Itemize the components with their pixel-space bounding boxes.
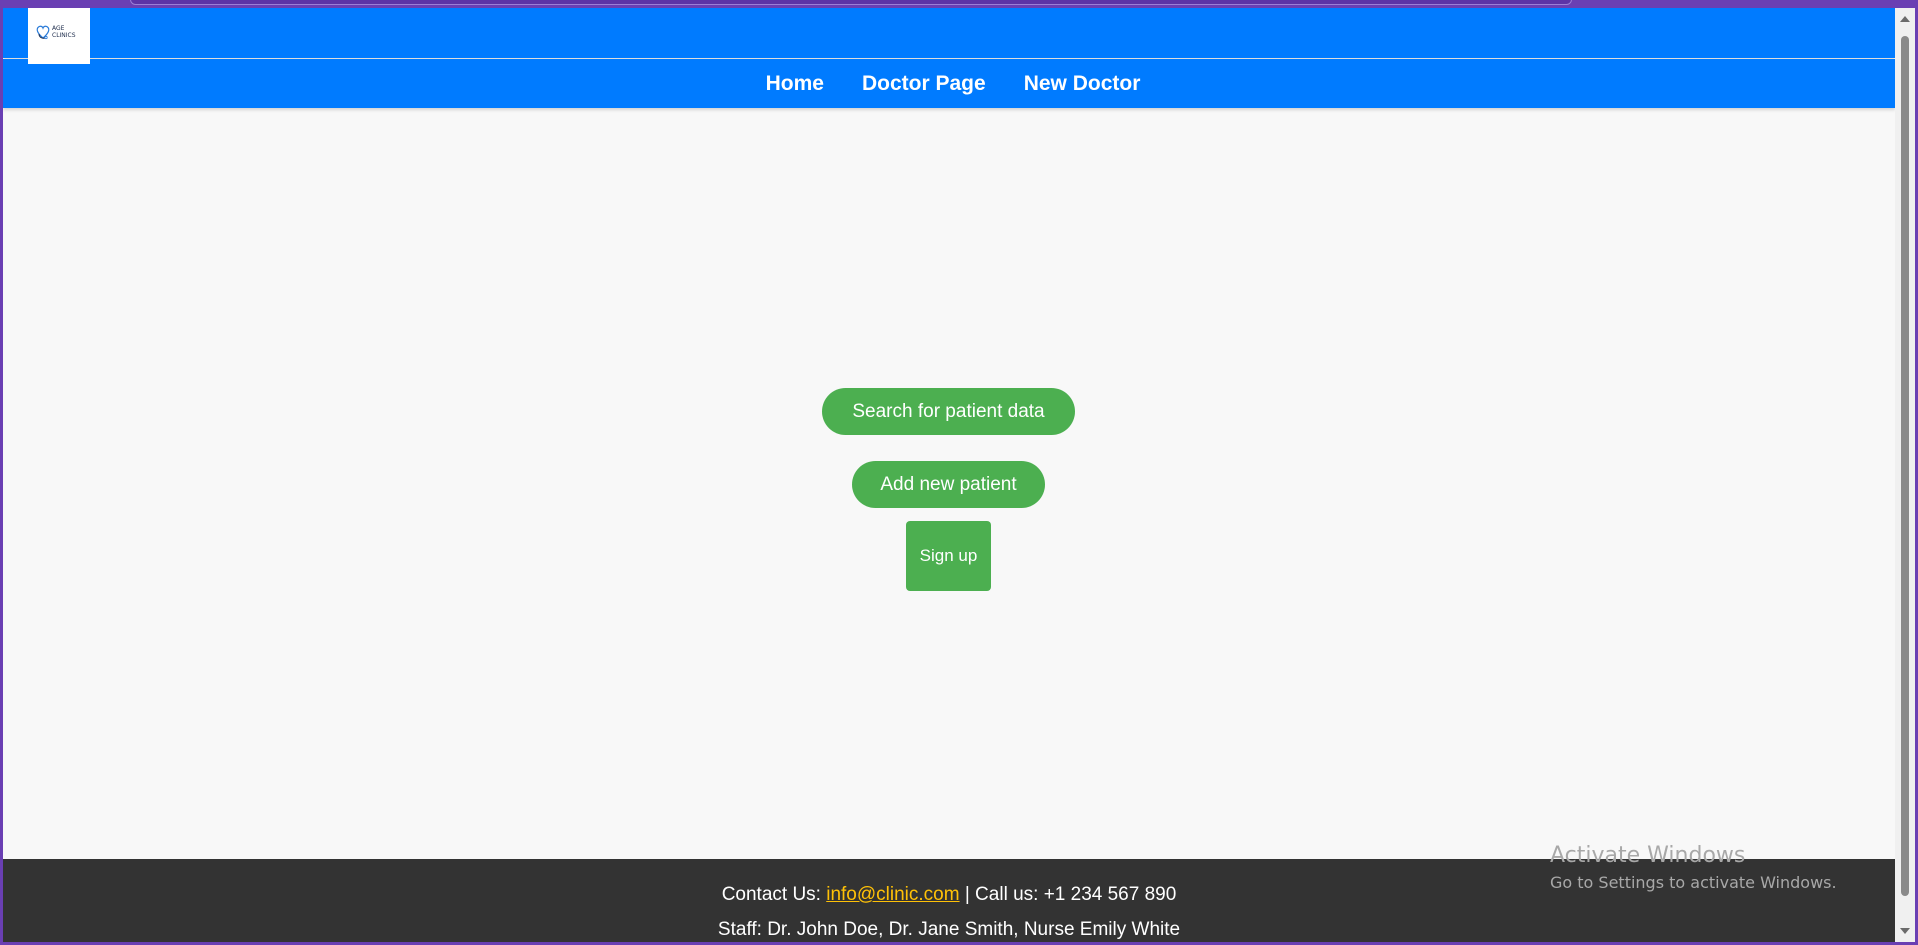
logo-text-line1: AGE <box>52 25 65 32</box>
logo-text: AGE CLINICS <box>52 25 76 39</box>
nav-links: Home Doctor Page New Doctor <box>3 59 1895 108</box>
nav-link-new-doctor[interactable]: New Doctor <box>1024 72 1141 96</box>
heart-stethoscope-icon <box>36 25 50 40</box>
browser-top-strip <box>0 0 1918 8</box>
navigation-bar: Home Doctor Page New Doctor <box>3 59 1895 108</box>
scroll-thumb[interactable] <box>1901 36 1909 896</box>
nav-link-doctor-page[interactable]: Doctor Page <box>862 72 986 96</box>
page-viewport: AGE CLINICS Home Doctor Page New Doctor … <box>3 8 1895 942</box>
scroll-down-arrow-icon[interactable] <box>1900 928 1910 934</box>
footer-staff-line: Staff: Dr. John Doe, Dr. Jane Smith, Nur… <box>717 919 1181 940</box>
contact-label: Contact Us: <box>721 884 821 905</box>
email-link[interactable]: info@clinic.com <box>826 884 959 905</box>
vertical-scrollbar[interactable] <box>1895 8 1915 942</box>
clinic-logo[interactable]: AGE CLINICS <box>28 8 90 64</box>
footer: Contact Us: info@clinic.com | Call us: +… <box>3 859 1895 942</box>
scroll-up-arrow-icon[interactable] <box>1900 16 1910 22</box>
header-bar <box>3 8 1895 58</box>
search-patient-button[interactable]: Search for patient data <box>822 388 1075 435</box>
logo-text-line2: CLINICS <box>52 32 76 39</box>
main-content: Search for patient data Add new patient … <box>3 108 1895 859</box>
nav-link-home[interactable]: Home <box>766 72 824 96</box>
phone-text: | Call us: +1 234 567 890 <box>964 884 1177 905</box>
browser-address-bar[interactable] <box>130 0 1572 5</box>
signup-button[interactable]: Sign up <box>906 521 991 591</box>
add-patient-button[interactable]: Add new patient <box>852 461 1045 508</box>
footer-contact-line: Contact Us: info@clinic.com | Call us: +… <box>3 884 1895 906</box>
